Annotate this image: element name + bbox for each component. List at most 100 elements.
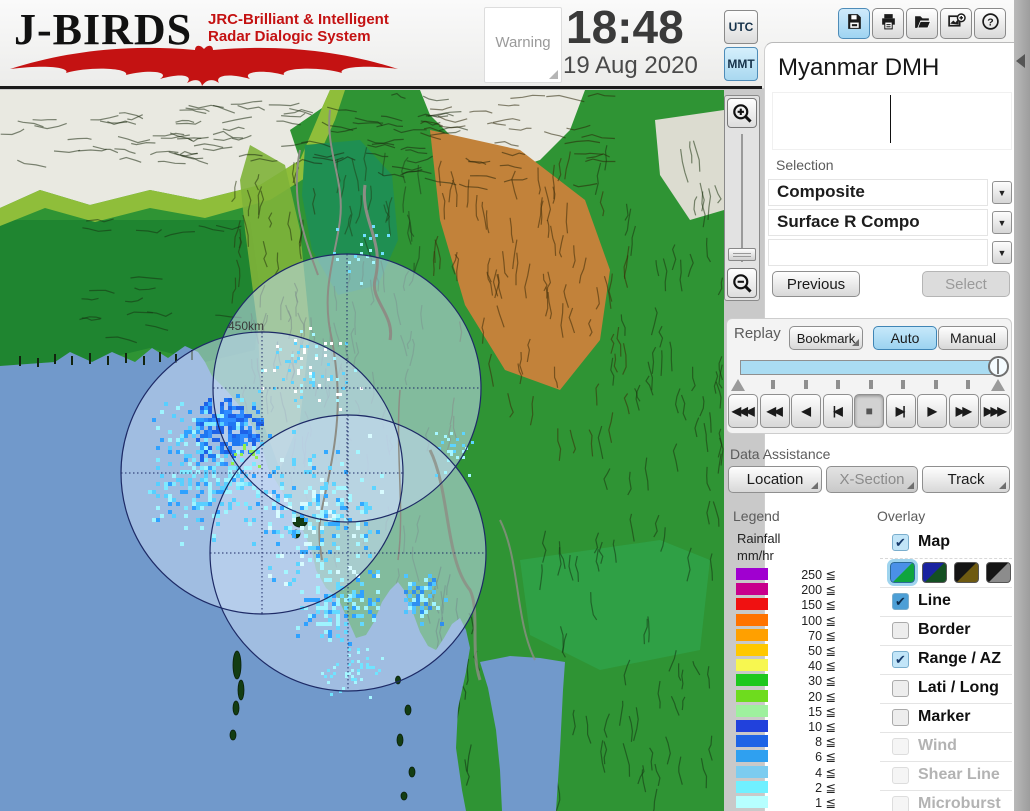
range-az-checkbox[interactable]: ✔ (892, 651, 909, 668)
dropdown-arrow-button[interactable]: ▼ (992, 241, 1012, 264)
add-image-button[interactable] (940, 8, 972, 39)
add-image-icon (947, 12, 966, 36)
rewind-button[interactable]: ◀◀ (759, 394, 790, 428)
legend-entry: 100 ≦ (736, 613, 846, 628)
dropdown-arrow-button[interactable]: ▼ (992, 211, 1012, 234)
manual-button[interactable]: Manual (938, 326, 1008, 350)
header-divider (0, 86, 762, 89)
previous-button[interactable]: Previous (772, 271, 860, 297)
map-style-swatch-2[interactable] (922, 562, 947, 583)
line-checkbox[interactable]: ✔ (892, 593, 909, 610)
legend-value: 100 ≦ (801, 613, 836, 628)
map-style-swatches (880, 558, 1012, 587)
legend-value: 15 ≦ (808, 704, 836, 719)
legend-swatch (736, 735, 768, 748)
legend-entry: 8 ≦ (736, 734, 846, 749)
legend-entry: 4 ≦ (736, 765, 846, 780)
marker-checkbox[interactable] (892, 709, 909, 726)
step-back-button[interactable]: |◀ (822, 394, 853, 428)
legend-value: 10 ≦ (808, 720, 836, 734)
warning-panel[interactable]: Warning (484, 7, 562, 83)
slider-tick (966, 380, 970, 389)
bookmark-label: Bookmark (796, 330, 856, 346)
selection-label: Selection (776, 157, 834, 173)
assist-button-label: Location (746, 471, 804, 488)
map-checkbox[interactable]: ✔ (892, 534, 909, 551)
forward-button[interactable]: ▶▶ (948, 394, 979, 428)
print-button[interactable] (872, 8, 904, 39)
legend-entry: 50 ≦ (736, 643, 846, 658)
selection-dropdown-2: Surface R Compo ▼ (768, 209, 1012, 236)
slider-tick (803, 380, 808, 389)
legend-value: 250 ≦ (801, 568, 836, 582)
warning-label: Warning (495, 34, 551, 51)
assist-button-label: X-Section (839, 471, 905, 488)
mmt-button[interactable]: MMT (724, 47, 758, 81)
overlay-item-microburst[interactable]: Microburst (880, 790, 1012, 811)
dropdown-arrow-button[interactable]: ▼ (992, 181, 1012, 204)
microburst-checkbox[interactable] (892, 796, 909, 811)
border-checkbox[interactable] (892, 622, 909, 639)
dropdown-value-3[interactable] (768, 239, 988, 266)
legend-unit-line1: Rainfall (737, 531, 781, 546)
dropdown-value-1[interactable]: Composite (768, 179, 988, 206)
wind-checkbox[interactable] (892, 738, 909, 755)
step-forward-button[interactable]: ▶| (885, 394, 916, 428)
track-button[interactable]: Track (922, 466, 1010, 493)
legend-value: 200 ≦ (801, 583, 836, 598)
overlay-item-map[interactable]: ✔ Map (880, 529, 1012, 558)
overlay-item-border[interactable]: Border (880, 616, 1012, 646)
overlay-item-wind[interactable]: Wind (880, 732, 1012, 762)
help-button[interactable]: ? (974, 8, 1006, 39)
lati-long-checkbox[interactable] (892, 680, 909, 697)
replay-slider-handle[interactable] (988, 356, 1009, 377)
zoom-out-button[interactable] (727, 268, 757, 298)
collapse-panel-icon[interactable] (1016, 54, 1025, 68)
select-button[interactable]: Select (922, 271, 1010, 297)
play-back-button[interactable]: ◀ (791, 394, 821, 428)
zoom-slider-handle[interactable] (728, 248, 756, 261)
map-style-swatch-1[interactable] (887, 559, 918, 586)
clock-time: 18:48 (566, 1, 684, 53)
save-icon (845, 12, 864, 36)
overlay-item-lati-long[interactable]: Lati / Long (880, 674, 1012, 704)
replay-label: Replay (734, 325, 781, 342)
panel-edge-strip[interactable] (1014, 0, 1030, 811)
utc-button[interactable]: UTC (724, 10, 758, 44)
legend-entry: 15 ≦ (736, 704, 846, 719)
x-section-button[interactable]: X-Section (826, 466, 918, 493)
forward-fast-button[interactable]: ▶▶▶ (980, 394, 1010, 428)
map-zoom-control (724, 95, 760, 301)
map-style-swatch-3[interactable] (954, 562, 979, 583)
overlay-item-marker[interactable]: Marker (880, 703, 1012, 733)
slider-start-marker[interactable] (731, 379, 745, 391)
zoom-slider-track[interactable] (741, 134, 743, 262)
rewind-fast-button[interactable]: ◀◀◀ (728, 394, 758, 428)
dropdown-value-2[interactable]: Surface R Compo (768, 209, 988, 236)
resize-grip-icon[interactable] (549, 70, 558, 79)
location-button[interactable]: Location (728, 466, 822, 493)
legend-unit-line2: mm/hr (737, 548, 774, 563)
save-button[interactable] (838, 8, 870, 39)
radar-map-canvas[interactable]: 450km (0, 90, 724, 811)
overlay-item-range-az[interactable]: ✔ Range / AZ (880, 645, 1012, 675)
help-icon: ? (981, 12, 1000, 36)
bookmark-button[interactable]: Bookmark (789, 326, 863, 350)
legend-entry: 200 ≦ (736, 582, 846, 597)
legend-swatch (736, 689, 768, 702)
shear-line-checkbox[interactable] (892, 767, 909, 784)
overlay-item-label: Shear Line (918, 766, 1000, 783)
replay-slider-track[interactable] (740, 360, 998, 375)
overlay-item-line[interactable]: ✔ Line (880, 587, 1012, 617)
slider-end-marker[interactable] (991, 379, 1005, 391)
open-folder-button[interactable] (906, 8, 938, 39)
auto-button[interactable]: Auto (873, 326, 937, 350)
stop-button[interactable]: ■ (854, 394, 884, 428)
menu-corner-icon (907, 482, 914, 489)
data-assistance-label: Data Assistance (730, 446, 831, 462)
station-display[interactable] (772, 92, 1012, 150)
play-button[interactable]: ▶ (917, 394, 947, 428)
map-style-swatch-4[interactable] (986, 562, 1011, 583)
zoom-in-button[interactable] (727, 98, 757, 128)
overlay-item-shear-line[interactable]: Shear Line (880, 761, 1012, 791)
